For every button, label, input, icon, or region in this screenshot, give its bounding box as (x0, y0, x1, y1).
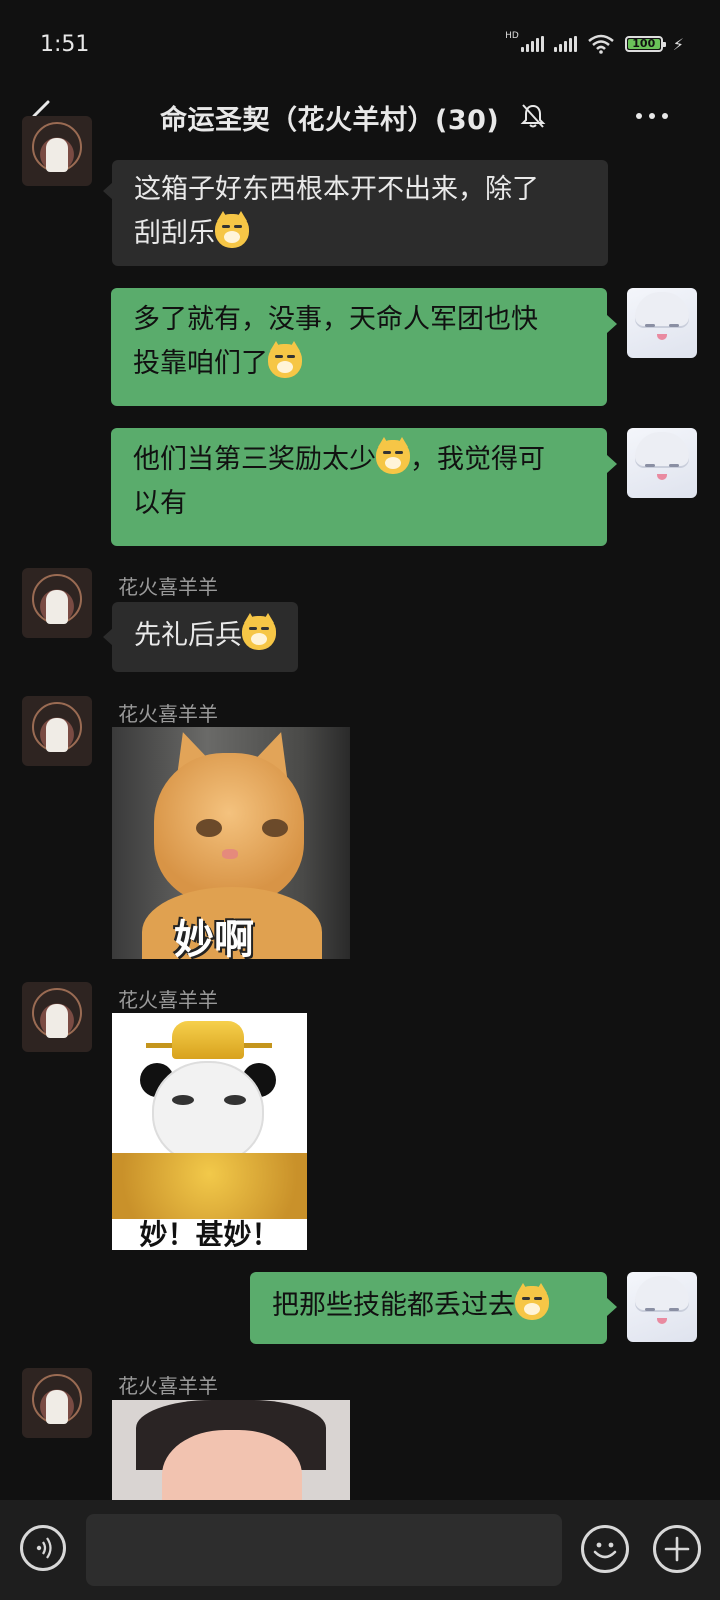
dot-icon (636, 113, 642, 119)
signal-icon-2 (553, 36, 577, 52)
chat-title: 命运圣契（花火羊村）(30) (160, 105, 500, 136)
message-text: 投靠咱们了 (133, 348, 268, 379)
charging-icon: ⚡ (672, 34, 684, 54)
battery-level: 100 (632, 37, 656, 50)
cat-sticker-image[interactable]: 妙啊 (112, 727, 350, 959)
sender-name: 花火喜羊羊 (118, 1374, 218, 1398)
my-avatar[interactable] (627, 288, 697, 358)
more-functions-button[interactable] (653, 1525, 701, 1573)
message-text: 先礼后兵 (134, 620, 242, 651)
message-bubble[interactable]: 他们当第三奖励太少 ，我觉得可 以有 (111, 428, 607, 546)
cat-emoji-icon (215, 211, 249, 248)
message-text: 这箱子好东西根本开不出来，除了 (134, 174, 539, 205)
avatar[interactable] (22, 568, 92, 638)
plus-icon (664, 1536, 690, 1562)
avatar[interactable] (22, 982, 92, 1052)
sticker-caption: 妙啊 (174, 917, 254, 959)
sender-name: 花火喜羊羊 (118, 988, 218, 1012)
avatar[interactable] (22, 116, 92, 186)
dot-icon (649, 113, 655, 119)
cat-emoji-icon (268, 341, 302, 378)
message-text: 刮刮乐 (134, 218, 215, 249)
status-icons: HD 100 ⚡ (505, 31, 684, 54)
voice-icon (36, 1537, 52, 1559)
message-bubble[interactable]: 多了就有，没事，天命人军团也快 投靠咱们了 (111, 288, 607, 406)
cat-emoji-icon (376, 437, 410, 474)
message-text: 把那些技能都丢过去 (272, 1290, 515, 1321)
message-bubble[interactable]: 把那些技能都丢过去 (250, 1272, 607, 1344)
voice-input-button[interactable] (20, 1525, 66, 1571)
sender-name: 花火喜羊羊 (118, 702, 218, 726)
cat-emoji-icon (515, 1283, 549, 1320)
message-input[interactable] (86, 1514, 562, 1586)
sender-name: 花火喜羊羊 (118, 575, 218, 599)
message-text: 他们当第三奖励太少 (133, 444, 376, 475)
message-text: 以有 (133, 488, 187, 519)
signal-icon (520, 36, 544, 52)
message-bubble[interactable]: 这箱子好东西根本开不出来，除了 刮刮乐 (112, 160, 608, 266)
avatar[interactable] (22, 696, 92, 766)
emoji-button[interactable] (581, 1525, 629, 1573)
more-options-button[interactable] (636, 108, 676, 124)
message-bubble[interactable]: 先礼后兵 (112, 602, 298, 672)
kid-sticker-image[interactable] (112, 1400, 350, 1500)
message-text: 多了就有，没事，天命人军团也快 (133, 304, 538, 335)
status-time: 1:51 (40, 32, 90, 57)
smiley-icon (593, 1542, 617, 1559)
battery-icon: 100 (624, 36, 666, 52)
hd-label: HD (505, 31, 519, 41)
sticker-caption: 妙！甚妙！ (112, 1219, 307, 1250)
muted-bell-icon (520, 104, 546, 128)
panda-sticker-image[interactable]: 妙！甚妙！ (112, 1013, 307, 1250)
message-text: ，我觉得可 (410, 444, 545, 475)
my-avatar[interactable] (627, 428, 697, 498)
dot-icon (662, 113, 668, 119)
my-avatar[interactable] (627, 1272, 697, 1342)
cat-emoji-icon (242, 613, 276, 650)
wifi-icon (587, 34, 614, 54)
avatar[interactable] (22, 1368, 92, 1438)
